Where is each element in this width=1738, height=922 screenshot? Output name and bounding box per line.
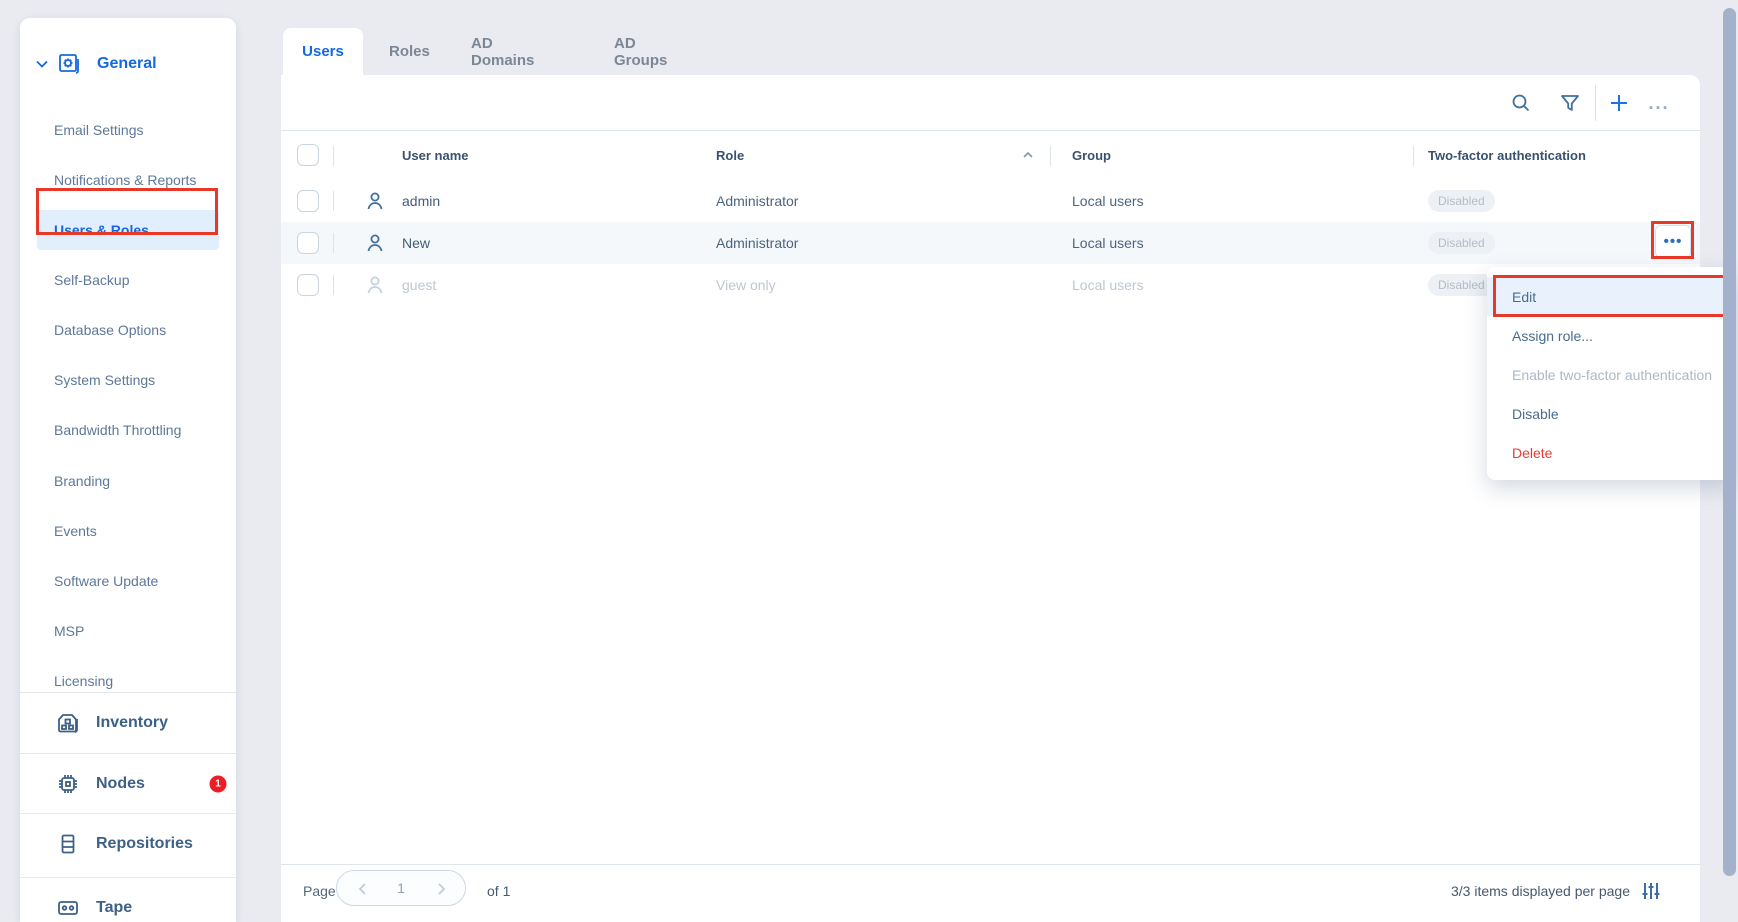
- row-actions-button[interactable]: •••: [1655, 225, 1691, 258]
- table-row[interactable]: New Administrator Local users Disabled •…: [281, 222, 1700, 264]
- inventory-icon: [56, 711, 80, 735]
- column-header-two-factor[interactable]: Two-factor authentication: [1428, 131, 1586, 180]
- cell-role: View only: [716, 264, 776, 306]
- pagination-bar: Page 1 of 1 3/3 items displayed per page: [281, 865, 1700, 922]
- cell-group: Local users: [1072, 180, 1144, 222]
- sidebar-section-general[interactable]: General: [20, 46, 236, 82]
- display-settings-icon[interactable]: [1640, 880, 1662, 902]
- cell-user-name: admin: [402, 180, 440, 222]
- toolbar-divider: [1595, 85, 1596, 121]
- divider: [1413, 146, 1414, 166]
- add-icon[interactable]: [1605, 89, 1633, 117]
- sidebar-item-branding[interactable]: Branding: [54, 467, 224, 495]
- menu-item-disable[interactable]: Disable: [1487, 394, 1734, 433]
- chevron-down-icon: [34, 56, 50, 72]
- settings-window-icon: [57, 52, 81, 76]
- table-header: User name Role Group Two-factor authenti…: [281, 131, 1700, 180]
- row-checkbox[interactable]: [297, 232, 319, 254]
- menu-item-edit[interactable]: Edit: [1487, 277, 1734, 316]
- cell-group: Local users: [1072, 264, 1144, 306]
- user-icon: [363, 273, 387, 297]
- sidebar-section-general-label: General: [97, 55, 157, 73]
- tab-users[interactable]: Users: [283, 28, 363, 75]
- page-label: Page: [303, 883, 336, 899]
- table-row[interactable]: admin Administrator Local users Disabled: [281, 180, 1700, 222]
- sidebar-section-nodes-label: Nodes: [96, 775, 145, 793]
- sidebar-item-system-settings[interactable]: System Settings: [54, 366, 224, 394]
- divider: [333, 191, 334, 211]
- tab-roles[interactable]: Roles: [389, 28, 430, 75]
- two-factor-status-badge: Disabled: [1428, 190, 1495, 212]
- tab-ad-groups[interactable]: AD Groups: [614, 28, 667, 75]
- menu-item-assign-role[interactable]: Assign role...: [1487, 316, 1734, 355]
- sidebar-section-inventory-label: Inventory: [96, 714, 168, 732]
- previous-page-icon[interactable]: [355, 881, 371, 897]
- cell-role: Administrator: [716, 222, 798, 264]
- sidebar-item-notifications-reports[interactable]: Notifications & Reports: [54, 166, 224, 194]
- sidebar-section-repositories-label: Repositories: [96, 835, 193, 853]
- current-page-value[interactable]: 1: [397, 871, 405, 905]
- row-checkbox[interactable]: [297, 274, 319, 296]
- next-page-icon[interactable]: [433, 881, 449, 897]
- sidebar-item-software-update[interactable]: Software Update: [54, 567, 224, 595]
- sidebar-item-database-options[interactable]: Database Options: [54, 316, 224, 344]
- page-of-label: of 1: [487, 883, 510, 899]
- sidebar-section-inventory[interactable]: Inventory: [20, 693, 236, 753]
- vertical-scrollbar[interactable]: [1723, 8, 1736, 876]
- row-checkbox[interactable]: [297, 190, 319, 212]
- divider: [333, 233, 334, 253]
- search-icon[interactable]: [1507, 89, 1535, 117]
- sidebar-section-tape-label: Tape: [96, 899, 132, 917]
- sidebar-section-tape[interactable]: Tape: [20, 878, 236, 922]
- column-header-group[interactable]: Group: [1072, 131, 1111, 180]
- select-all-checkbox[interactable]: [297, 144, 319, 166]
- two-factor-status-badge: Disabled: [1428, 274, 1495, 296]
- sidebar-item-users-roles[interactable]: Users & Roles: [37, 210, 219, 250]
- user-icon: [363, 189, 387, 213]
- more-icon[interactable]: ...: [1645, 89, 1673, 117]
- main-panel: ... User name Role Group Two-factor auth…: [281, 75, 1700, 922]
- divider: [333, 146, 334, 166]
- sidebar: General Email Settings Notifications & R…: [20, 18, 236, 922]
- page-stepper: 1: [336, 870, 466, 906]
- items-per-page-info: 3/3 items displayed per page: [1451, 883, 1630, 899]
- nodes-notification-badge: 1: [210, 776, 227, 793]
- nodes-icon: [56, 772, 80, 796]
- filter-icon[interactable]: [1556, 89, 1584, 117]
- cell-role: Administrator: [716, 180, 798, 222]
- tab-ad-domains[interactable]: AD Domains: [471, 28, 534, 75]
- column-header-user-name[interactable]: User name: [402, 131, 468, 180]
- repositories-icon: [56, 832, 80, 856]
- sort-ascending-icon[interactable]: [1021, 148, 1035, 162]
- sidebar-item-licensing[interactable]: Licensing: [54, 667, 224, 695]
- two-factor-status-badge: Disabled: [1428, 232, 1495, 254]
- user-icon: [363, 231, 387, 255]
- sidebar-item-bandwidth-throttling[interactable]: Bandwidth Throttling: [54, 416, 224, 444]
- sidebar-section-nodes[interactable]: Nodes 1: [20, 754, 236, 814]
- divider: [333, 275, 334, 295]
- sidebar-item-email-settings[interactable]: Email Settings: [54, 116, 224, 144]
- divider: [1050, 146, 1051, 166]
- tape-icon: [56, 896, 80, 920]
- cell-user-name: New: [402, 222, 430, 264]
- sidebar-item-self-backup[interactable]: Self-Backup: [54, 266, 224, 294]
- sidebar-item-events[interactable]: Events: [54, 517, 224, 545]
- column-header-role[interactable]: Role: [716, 131, 744, 180]
- sidebar-item-msp[interactable]: MSP: [54, 617, 224, 645]
- toolbar: ...: [281, 75, 1700, 130]
- row-context-menu: Edit Assign role... Enable two-factor au…: [1487, 267, 1734, 480]
- menu-item-delete[interactable]: Delete: [1487, 433, 1734, 472]
- app-root: General Email Settings Notifications & R…: [0, 0, 1738, 922]
- menu-item-enable-two-factor: Enable two-factor authentication: [1487, 355, 1734, 394]
- sidebar-section-repositories[interactable]: Repositories: [20, 814, 236, 874]
- cell-user-name: guest: [402, 264, 436, 306]
- cell-group: Local users: [1072, 222, 1144, 264]
